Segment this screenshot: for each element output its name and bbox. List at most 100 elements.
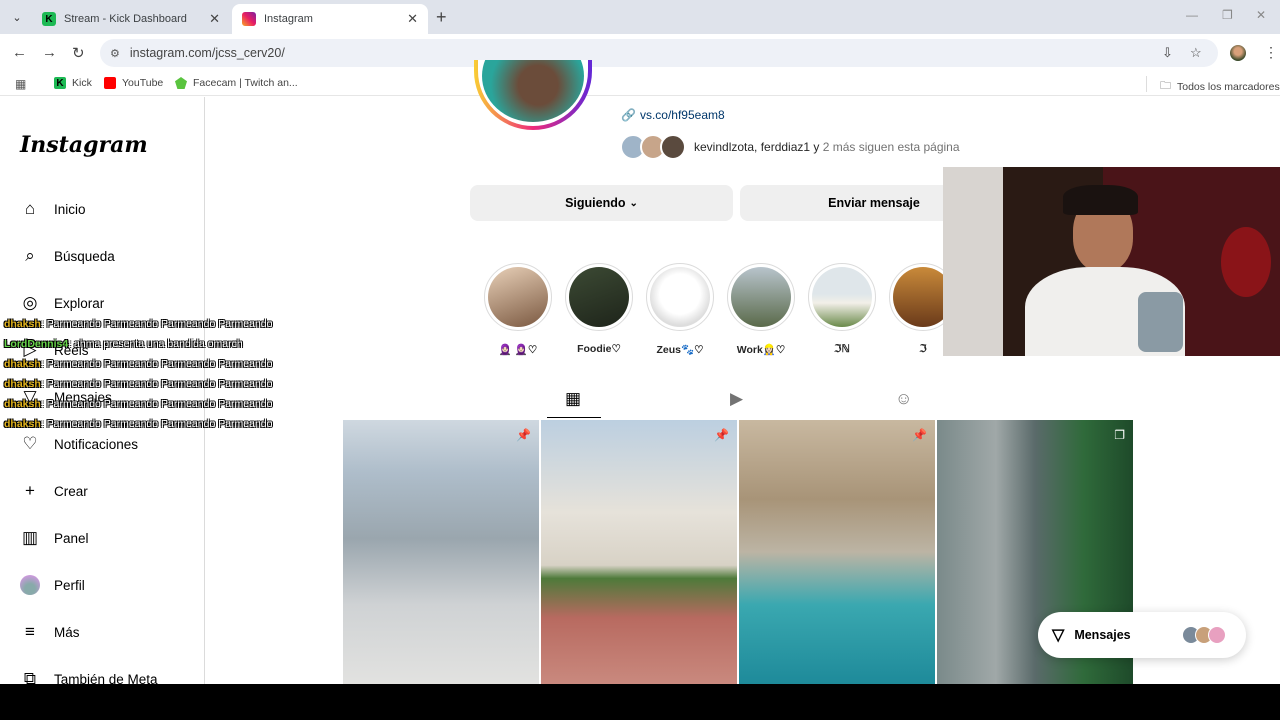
highlight-ring — [484, 263, 552, 331]
minimize-icon[interactable]: — — [1186, 8, 1198, 22]
bookmark-label: Facecam | Twitch an... — [193, 77, 298, 89]
tab-kick-dashboard[interactable]: K Stream - Kick Dashboard ✕ — [32, 4, 230, 34]
webcam-decoration — [1221, 227, 1271, 297]
restore-icon[interactable]: ❐ — [1222, 8, 1233, 22]
chat-text: : ahma presenta una bandida omarch — [68, 338, 243, 350]
chat-message: dhaksh: Parmeando Parmeando Parmeando Pa… — [4, 314, 294, 334]
highlight-ring — [727, 263, 795, 331]
bio-link[interactable]: 🔗 vs.co/hf95eam8 — [621, 108, 725, 122]
chat-message: dhaksh: Parmeando Parmeando Parmeando Pa… — [4, 414, 294, 434]
new-tab-icon[interactable]: + — [436, 7, 447, 28]
nav-crear[interactable]: + Crear — [20, 481, 88, 501]
chat-username: LordDennis4 — [4, 338, 69, 350]
youtube-icon — [104, 77, 116, 89]
nav-label: Explorar — [54, 295, 105, 311]
all-bookmarks[interactable]: 🗀 Todos los marcadores — [1160, 77, 1280, 96]
url-text[interactable]: instagram.com/jcss_cerv20/ — [130, 46, 285, 60]
avatar — [660, 134, 686, 160]
reload-icon[interactable]: ↻ — [72, 44, 85, 62]
install-app-icon[interactable]: ⇩ — [1162, 45, 1173, 61]
highlight[interactable]: 🧕🏻 🧕🏻♡ — [484, 263, 552, 356]
bookmark-youtube[interactable]: YouTube — [104, 77, 163, 89]
profile-photo — [482, 60, 584, 122]
post-thumbnail[interactable]: 📌 — [739, 420, 935, 684]
stream-chat-overlay: dhaksh: Parmeando Parmeando Parmeando Pa… — [4, 314, 294, 434]
nav-mas[interactable]: ≡ Más — [20, 622, 80, 642]
highlight-thumbnail — [569, 267, 629, 327]
multi-post-icon: ❐ — [1114, 428, 1125, 442]
kick-icon: K — [42, 12, 56, 26]
nav-perfil[interactable]: Perfil — [20, 575, 85, 595]
nav-inicio[interactable]: ⌂ Inicio — [20, 199, 86, 219]
chat-username: dhaksh — [4, 418, 41, 430]
highlight[interactable]: Work👷🏻‍♀️♡ — [727, 263, 795, 356]
messages-pill[interactable]: ▽ Mensajes — [1038, 612, 1246, 658]
omnibox[interactable]: ⚙ instagram.com/jcss_cerv20/ — [100, 39, 1218, 67]
nav-busqueda[interactable]: ⌕ Búsqueda — [20, 246, 115, 266]
highlight-thumbnail — [488, 267, 548, 327]
instagram-logo[interactable]: Instagram — [20, 132, 148, 158]
search-icon: ⌕ — [25, 246, 35, 265]
avatar — [1208, 626, 1226, 644]
nav-label: Más — [54, 624, 80, 640]
back-icon[interactable]: ← — [12, 44, 27, 61]
pin-icon: 📌 — [714, 428, 729, 442]
active-tab-indicator — [547, 417, 601, 418]
nav-label: Búsqueda — [54, 248, 115, 264]
tab-title: Stream - Kick Dashboard — [64, 13, 187, 25]
highlight[interactable]: Zeus🐾♡ — [646, 263, 714, 356]
following-label: Siguiendo — [565, 196, 626, 210]
nav-label: Panel — [54, 530, 89, 546]
chat-username: dhaksh — [4, 358, 41, 370]
close-icon[interactable]: ✕ — [407, 11, 418, 27]
site-info-icon[interactable]: ⚙ — [110, 47, 120, 60]
divider — [1146, 76, 1147, 92]
chat-text: : Parmeando Parmeando Parmeando Parmeand… — [40, 398, 273, 410]
chat-message: dhaksh: Parmeando Parmeando Parmeando Pa… — [4, 394, 294, 414]
nav-notificaciones[interactable]: ♡ Notificaciones — [20, 434, 138, 454]
compass-icon: ◎ — [22, 293, 38, 312]
nav-explorar[interactable]: ◎ Explorar — [20, 293, 105, 313]
followed-by-names: kevindlzota, ferddiaz1 — [694, 140, 811, 154]
highlight-thumbnail — [650, 267, 710, 327]
highlight-thumbnail — [731, 267, 791, 327]
following-button[interactable]: Siguiendo ⌄ — [470, 185, 733, 221]
apps-grid-icon[interactable]: ▦ — [15, 77, 26, 91]
pin-icon: 📌 — [912, 428, 927, 442]
close-icon[interactable]: ✕ — [209, 11, 220, 27]
highlight-ring — [808, 263, 876, 331]
bookmark-facecam[interactable]: Facecam | Twitch an... — [175, 77, 298, 89]
highlight-ring — [565, 263, 633, 331]
tab-search-icon[interactable]: ⌄ — [6, 6, 28, 28]
nav-label: Inicio — [54, 201, 86, 217]
tab-instagram[interactable]: Instagram ✕ — [232, 4, 428, 34]
forward-icon[interactable]: → — [42, 44, 57, 61]
profile-picture[interactable] — [474, 60, 592, 130]
highlight-label: ℑℕ — [834, 343, 850, 355]
tab-title: Instagram — [264, 13, 313, 25]
nav-label: También de Meta — [54, 671, 158, 685]
tagged-icon[interactable]: ☺ — [895, 389, 912, 409]
post-thumbnail[interactable]: 📌 — [541, 420, 737, 684]
reels-icon[interactable]: ▶ — [730, 389, 743, 409]
bookmark-star-icon[interactable]: ☆ — [1190, 45, 1202, 61]
bio-link-text: vs.co/hf95eam8 — [639, 108, 725, 122]
bookmarks-bar: ▦ K Kick YouTube Facecam | Twitch an... … — [0, 72, 1280, 96]
chat-text: : Parmeando Parmeando Parmeando Parmeand… — [40, 358, 273, 370]
profile-avatar[interactable] — [1230, 45, 1246, 61]
post-thumbnail[interactable]: 📌 — [343, 420, 539, 684]
nav-label: Perfil — [54, 577, 85, 593]
highlight-label: 🧕🏻 🧕🏻♡ — [498, 344, 538, 356]
kick-icon: K — [54, 77, 66, 89]
avatar-wrap — [20, 575, 40, 595]
highlight[interactable]: Foodie♡ — [565, 263, 633, 355]
followed-by[interactable]: kevindlzota, ferddiaz1 y 2 más siguen es… — [620, 134, 960, 160]
kebab-menu-icon[interactable]: ⋮ — [1264, 44, 1278, 61]
highlight[interactable]: ℑℕ — [808, 263, 876, 355]
bookmark-kick[interactable]: K Kick — [54, 77, 92, 89]
nav-meta[interactable]: ⧉ También de Meta — [20, 669, 158, 684]
grid-icon[interactable]: ▦ — [565, 389, 581, 409]
scrollbar[interactable] — [1274, 98, 1280, 684]
nav-panel[interactable]: ▥ Panel — [20, 528, 89, 548]
window-close-icon[interactable]: ✕ — [1256, 8, 1266, 22]
